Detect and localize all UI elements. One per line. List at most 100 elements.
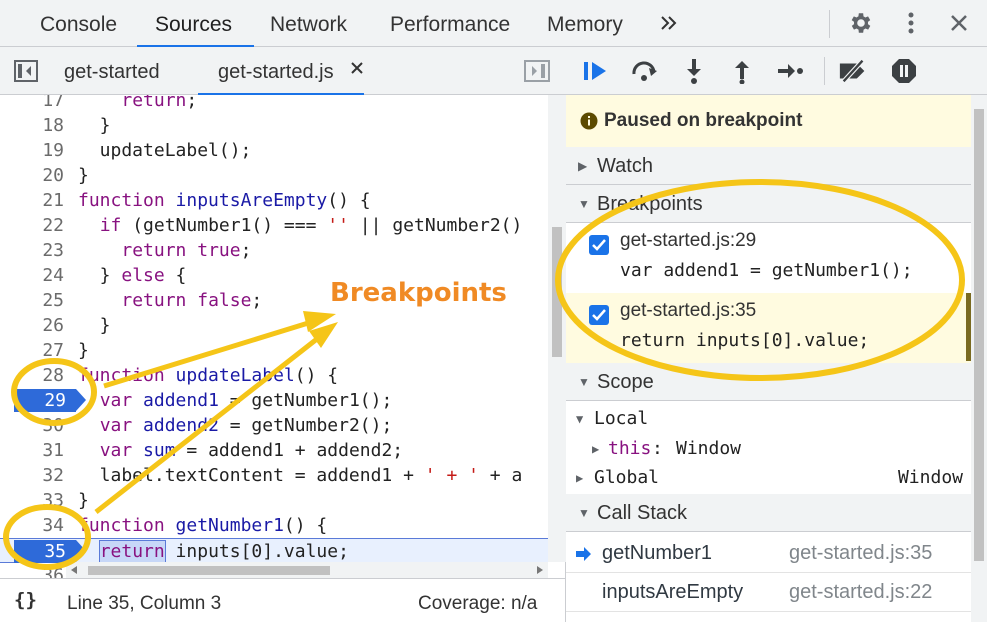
call-frame-location[interactable]: get-started.js:35 — [789, 534, 932, 573]
call-frame-location[interactable]: get-started.js:22 — [789, 573, 932, 612]
close-icon[interactable] — [944, 8, 974, 38]
code-text: var sum = addend1 + addend2; — [99, 440, 404, 461]
line-number[interactable]: 22 — [0, 213, 66, 238]
breakpoint-checkbox[interactable] — [589, 305, 609, 325]
code-line[interactable]: 28 function updateLabel() { — [0, 363, 548, 388]
line-number[interactable]: 28 — [0, 363, 66, 388]
scope-this[interactable]: ▶ this : Window — [566, 434, 971, 464]
line-number[interactable]: 23 — [0, 238, 66, 263]
sidebar-scrollbar[interactable] — [971, 95, 987, 622]
code-line[interactable]: 20} — [0, 163, 548, 188]
code-line[interactable]: 22 if (getNumber1() === '' || getNumber2… — [0, 213, 548, 238]
gear-icon[interactable] — [846, 8, 876, 38]
kebab-menu-icon[interactable] — [896, 8, 926, 38]
line-number[interactable]: 20 — [0, 163, 66, 188]
section-label: Breakpoints — [597, 193, 703, 215]
line-number[interactable]: 18 — [0, 113, 66, 138]
code-text: function getNumber1() { — [78, 515, 328, 536]
code-line[interactable]: 23 return true; — [0, 238, 548, 263]
code-line[interactable]: 34 function getNumber1() { — [0, 513, 548, 538]
breakpoints-section-header[interactable]: ▼ Breakpoints — [566, 185, 971, 223]
code-line[interactable]: 27} — [0, 338, 548, 363]
line-number[interactable]: 31 — [0, 438, 66, 463]
scope-global[interactable]: ▶ Global Window — [566, 463, 971, 493]
scrollbar-thumb[interactable] — [88, 566, 330, 575]
scroll-right-icon[interactable] — [536, 566, 544, 574]
line-number[interactable]: 19 — [0, 138, 66, 163]
code-line[interactable]: 26 } — [0, 313, 548, 338]
editor-vertical-scrollbar[interactable] — [548, 95, 566, 562]
close-tab-icon[interactable] — [350, 61, 364, 80]
breakpoint-checkbox[interactable] — [589, 235, 609, 255]
code-line[interactable]: 19 updateLabel(); — [0, 138, 548, 163]
call-frame[interactable]: getNumber1 get-started.js:35 — [566, 534, 971, 573]
line-number[interactable]: 27 — [0, 338, 66, 363]
code-text: updateLabel(); — [78, 140, 252, 161]
code-line[interactable]: 17 return; — [0, 95, 548, 113]
file-tab-get-started-js[interactable]: get-started.js — [198, 47, 364, 96]
line-number[interactable]: 30 — [0, 413, 66, 438]
code-text: function inputsAreEmpty() { — [78, 190, 371, 211]
step-icon[interactable] — [774, 55, 806, 87]
tab-performance[interactable]: Performance — [390, 0, 510, 47]
breakpoint-item-active[interactable]: get-started.js:35 return inputs[0].value… — [566, 293, 971, 363]
code-line[interactable]: 31 var sum = addend1 + addend2; — [0, 438, 548, 463]
call-stack-section-header[interactable]: ▼ Call Stack — [566, 494, 971, 532]
code-text: return false; — [121, 290, 263, 311]
code-line[interactable]: 32 label.textContent = addend1 + ' + ' +… — [0, 463, 548, 488]
code-line[interactable]: 18 } — [0, 113, 548, 138]
line-number[interactable]: 26 — [0, 313, 66, 338]
breakpoint-code: var addend1 = getNumber1(); — [620, 260, 913, 281]
code-line[interactable]: 21 function inputsAreEmpty() { — [0, 188, 548, 213]
line-number[interactable]: 21 — [0, 188, 66, 213]
scope-value: Window — [897, 467, 963, 488]
scroll-left-icon[interactable] — [70, 566, 78, 574]
paused-message: Paused on breakpoint — [604, 110, 803, 131]
line-number[interactable]: 34 — [0, 513, 66, 538]
scrollbar-thumb[interactable] — [552, 227, 562, 357]
paused-banner: Paused on breakpoint — [566, 95, 971, 147]
tab-memory[interactable]: Memory — [547, 0, 623, 47]
watch-section-header[interactable]: ▶ Watch — [566, 147, 971, 185]
scrollbar-thumb[interactable] — [974, 109, 984, 561]
code-line[interactable]: 33} — [0, 488, 548, 513]
tab-console[interactable]: Console — [40, 0, 117, 47]
breakpoint-marker[interactable]: 35 — [14, 540, 86, 563]
pause-on-exceptions-icon[interactable] — [888, 55, 920, 87]
toggle-navigator-icon[interactable] — [14, 59, 38, 88]
call-frame[interactable]: inputsAreEmpty get-started.js:22 — [566, 573, 971, 612]
more-tabs-icon[interactable] — [654, 8, 684, 38]
resume-icon[interactable] — [580, 55, 612, 87]
code-line[interactable]: 29 var addend1 = getNumber1(); — [0, 388, 548, 413]
breakpoint-marker[interactable]: 29 — [14, 389, 86, 412]
file-tab-get-started[interactable]: get-started — [64, 47, 160, 95]
tab-network[interactable]: Network — [270, 0, 347, 47]
code-text: label.textContent = addend1 + ' + ' + a — [78, 465, 523, 486]
line-number[interactable]: 17 — [0, 95, 66, 113]
tab-sources[interactable]: Sources — [136, 0, 255, 48]
scope-colon: : — [652, 438, 663, 459]
code-editor[interactable]: 17 return; 18 } 19 updateLabel(); 20} 21 func… — [0, 95, 566, 578]
coverage-status: Coverage: n/a — [418, 593, 538, 614]
code-text: } — [78, 165, 89, 186]
line-number[interactable]: 25 — [0, 288, 66, 313]
line-number[interactable]: 32 — [0, 463, 66, 488]
scope-section-header[interactable]: ▼ Scope — [566, 363, 971, 401]
step-over-icon[interactable] — [630, 55, 662, 87]
breakpoint-item[interactable]: get-started.js:29 var addend1 = getNumbe… — [566, 223, 971, 293]
call-frame-function: getNumber1 — [602, 542, 713, 564]
editor-horizontal-scrollbar[interactable] — [66, 562, 548, 578]
code-line[interactable]: 35 return inputs[0].value; — [0, 538, 548, 563]
deactivate-breakpoints-icon[interactable] — [838, 55, 870, 87]
step-into-icon[interactable] — [678, 55, 710, 87]
line-number[interactable]: 24 — [0, 263, 66, 288]
step-out-icon[interactable] — [726, 55, 758, 87]
scope-local[interactable]: ▼ Local — [566, 404, 971, 434]
toggle-debugger-icon[interactable] — [524, 59, 550, 88]
code-text: var addend2 = getNumber2(); — [99, 415, 393, 436]
expand-triangle-icon: ▶ — [578, 159, 588, 173]
code-line[interactable]: 30 var addend2 = getNumber2(); — [0, 413, 548, 438]
line-number[interactable]: 36 — [0, 563, 66, 578]
line-number[interactable]: 33 — [0, 488, 66, 513]
pretty-print-icon[interactable]: {} — [14, 589, 37, 611]
